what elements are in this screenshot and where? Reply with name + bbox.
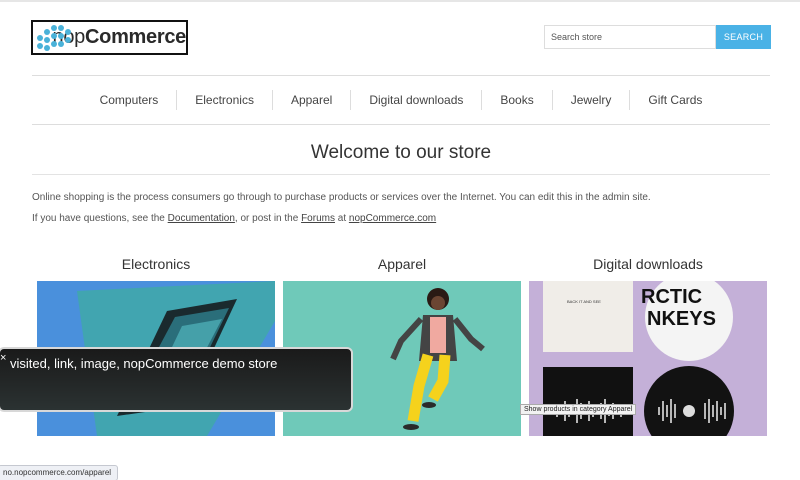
search-input[interactable] — [544, 25, 716, 49]
nav-item-electronics[interactable]: Electronics — [176, 90, 272, 110]
nav-item-books[interactable]: Books — [481, 90, 551, 110]
top-menu: Computers Electronics Apparel Digital do… — [32, 75, 770, 125]
paragraph-text: , or post in the — [234, 213, 302, 224]
close-icon[interactable]: × — [0, 352, 6, 364]
store-logo[interactable]: nopCommerce — [31, 20, 188, 55]
welcome-title: Welcome to our store — [310, 142, 492, 163]
paragraph-text: at — [334, 213, 349, 224]
paragraph-text: If you have questions, see the — [32, 213, 168, 224]
svg-text:NKEYS: NKEYS — [647, 308, 716, 330]
nav-item-digital-downloads[interactable]: Digital downloads — [350, 90, 481, 110]
nav-item-computers[interactable]: Computers — [82, 90, 177, 110]
category-apparel: Apparel — [283, 256, 521, 436]
category-title-digital-downloads[interactable]: Digital downloads — [529, 256, 767, 281]
category-title-apparel[interactable]: Apparel — [283, 256, 521, 281]
voiceover-caption-text: visited, link, image, nopCommerce demo s… — [10, 356, 278, 371]
category-title-electronics[interactable]: Electronics — [37, 256, 275, 281]
welcome-divider — [32, 174, 770, 175]
nopcommerce-link[interactable]: nopCommerce.com — [349, 213, 436, 224]
nav-item-gift-cards[interactable]: Gift Cards — [629, 90, 720, 110]
category-digital-downloads: Digital downloads BACK IT AND SEE RCTIC … — [529, 256, 767, 436]
documentation-link[interactable]: Documentation — [168, 213, 235, 224]
category-tooltip: Show products in category Apparel — [520, 404, 637, 415]
category-electronics: Electronics — [37, 256, 275, 436]
welcome-paragraph-1: Online shopping is the process consumers… — [32, 192, 651, 203]
nav-item-jewelry[interactable]: Jewelry — [551, 90, 630, 110]
search-button[interactable]: SEARCH — [716, 25, 771, 49]
sleeve-text: BACK IT AND SEE — [567, 299, 601, 304]
top-border — [0, 0, 800, 2]
voiceover-caption-panel: × visited, link, image, nopCommerce demo… — [0, 347, 353, 412]
nav-item-apparel[interactable]: Apparel — [271, 90, 350, 110]
svg-text:RCTIC: RCTIC — [641, 286, 702, 308]
welcome-paragraph-2: If you have questions, see the Documenta… — [32, 213, 436, 224]
status-bar-url: no.nopcommerce.com/apparel — [0, 465, 119, 480]
logo-text: nopCommerce — [53, 26, 187, 48]
forums-link[interactable]: Forums — [301, 213, 335, 224]
logo-dots-icon — [37, 24, 71, 51]
